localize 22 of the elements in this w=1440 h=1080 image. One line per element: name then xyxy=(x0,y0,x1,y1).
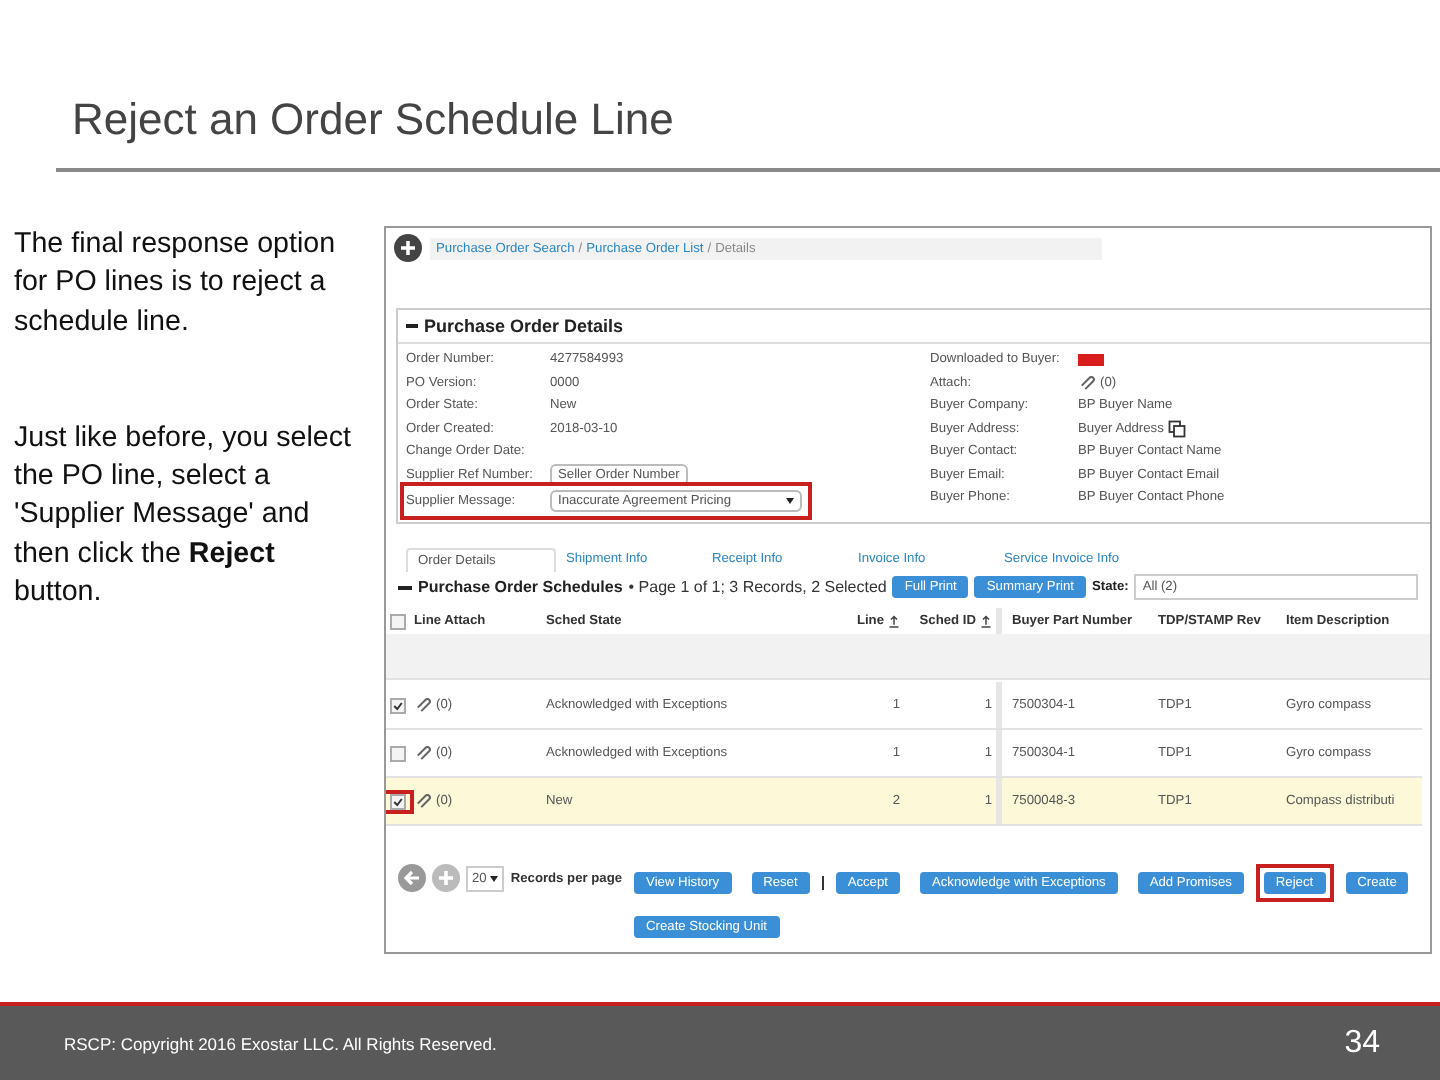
plus-icon[interactable] xyxy=(394,234,422,262)
checkbox[interactable] xyxy=(390,697,406,713)
paperclip-icon[interactable] xyxy=(414,746,432,760)
sort-icon[interactable] xyxy=(888,614,900,628)
divider xyxy=(821,876,824,890)
panel-title: Purchase Order Details xyxy=(424,316,624,336)
note-paragraph: The final response option for PO lines is to reject a schedule line. xyxy=(14,226,338,342)
previous-icon[interactable] xyxy=(398,864,426,892)
copy-icon[interactable] xyxy=(1167,419,1186,438)
record-summary: • Page 1 of 1; 3 Records, 2 Selected xyxy=(628,578,887,596)
paperclip-icon[interactable] xyxy=(1078,375,1096,390)
copyright-text: RSCP: Copyright 2016 Exostar LLC. All Rights Reserved. xyxy=(64,1033,497,1053)
sort-icon[interactable] xyxy=(980,614,992,628)
slide-title: Reject an Order Schedule Line xyxy=(70,92,676,148)
note-paragraph: Just like before, you select the PO line, select a 'Supplier Message' and then click the Reject button. xyxy=(14,419,353,613)
section-title: Purchase Order Schedules xyxy=(418,578,623,596)
checkbox[interactable] xyxy=(390,745,406,761)
checkbox[interactable] xyxy=(390,613,406,629)
page-number: 34 xyxy=(1344,1025,1380,1061)
checkbox[interactable] xyxy=(390,793,406,809)
paperclip-icon[interactable] xyxy=(414,698,432,712)
paperclip-icon[interactable] xyxy=(414,794,432,808)
